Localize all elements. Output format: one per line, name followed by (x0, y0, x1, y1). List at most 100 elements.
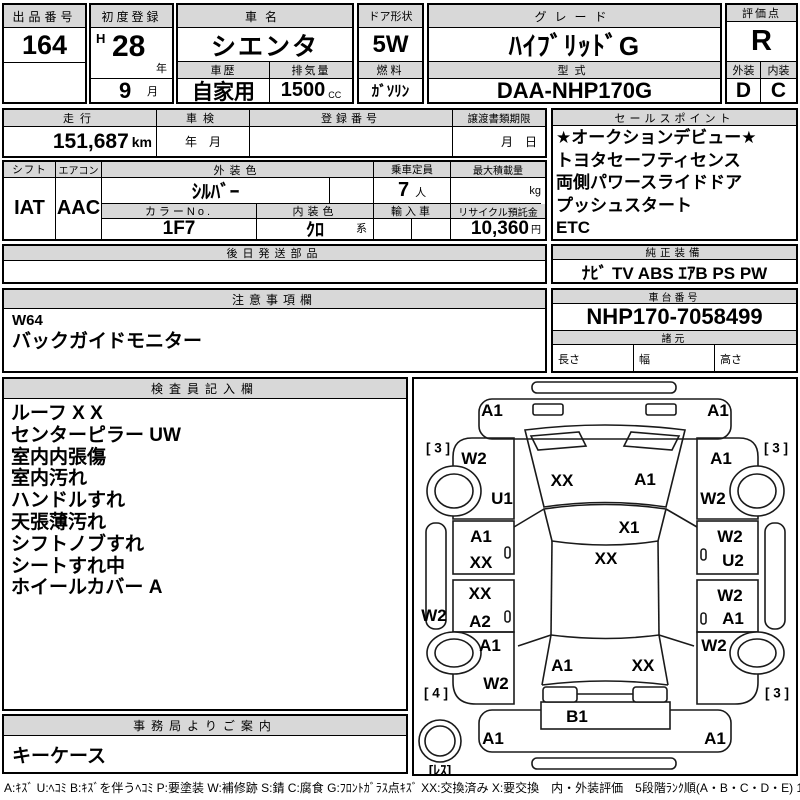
fuel-header: 燃料 (359, 62, 422, 79)
car-name-header: 車名 (178, 5, 352, 28)
equipment-block: 純正装備 ﾅﾋﾞ TV ABS ｴｱB PS PW (551, 244, 798, 284)
capacity-number: 7 (397, 179, 410, 201)
damage-label-rear-door-right-2: A1 (722, 609, 744, 628)
exterior-color-header: 外装色 (102, 162, 374, 178)
interior-color-unit: 系 (356, 223, 367, 235)
exterior-score-cell: 外装 D (727, 62, 761, 102)
sales-points-list: ★オークションデビュー★ トヨタセーフティセンス 両側パワースライドドア プッシ… (556, 127, 796, 239)
max-load-value: kg (451, 178, 541, 204)
displacement-header: 排気量 (270, 62, 352, 79)
capacity-header: 乗車定員 (374, 162, 451, 178)
interior-color-header: 内装色 (257, 204, 374, 219)
displacement-cell: 排気量 1500 CC (270, 62, 352, 102)
chassis-block: 車台番号 NHP170-7058499 諸元 長さ 幅 高さ (551, 288, 798, 373)
score-value: R (727, 22, 796, 62)
later-parts-value (4, 261, 545, 282)
color-and-capacity-area: 外装色 乗車定員 最大積載量 ｼﾙﾊﾞｰ 7 人 kg カラーNo. 内装色 輸… (102, 162, 545, 239)
mileage-row-block: 走行 151,687 km 車検 年 月 登録番号 譲渡書類期限 月 日 (2, 108, 547, 158)
grade-header: グレード (429, 5, 720, 28)
damage-label-rear-door-right-1: W2 (717, 586, 743, 605)
spec-width-label: 幅 (639, 354, 650, 366)
damage-label-front-door-right-1: W2 (717, 527, 743, 546)
import-header: 輸入車 (374, 204, 451, 219)
damage-label-front-fender-left-2: U1 (491, 489, 513, 508)
notes-line: W64 (12, 312, 43, 329)
office-block: 事務局よりご案内 キーケース (2, 714, 408, 774)
damage-label-front-door-right-2: U2 (722, 551, 744, 570)
damage-label-rocker-left: W2 (421, 606, 447, 625)
interior-score-value: C (770, 79, 787, 102)
damage-label-tailgate-2: XX (631, 656, 655, 675)
exterior-score-value: D (735, 79, 752, 102)
registration-number-cell: 登録番号 (250, 110, 453, 156)
damage-label-tire-rear-right: [ 3 ] (764, 685, 790, 701)
inspector-line: ハンドルすれ (11, 490, 126, 512)
details-block: シフト IAT エアコン AAC 外装色 乗車定員 最大積載量 ｼﾙﾊﾞｰ 7 … (2, 160, 547, 241)
inspector-line: 室内内張傷 (11, 446, 107, 468)
damage-label-front-door-left-1: A1 (470, 527, 492, 546)
later-parts-header: 後日発送部品 (4, 246, 545, 261)
first-registration-month: 9 (119, 79, 132, 102)
exterior-color-empty-cell (330, 178, 374, 204)
door-shape-value: 5W (359, 28, 422, 62)
chassis-value: NHP170-7058499 (553, 304, 796, 331)
interior-color-cell: ｸﾛ 系 (257, 219, 374, 239)
sales-point-item: ★オークションデビュー★ (556, 128, 757, 147)
inspector-list: ルーフ X X センターピラー UW 室内内張傷 室内汚れ ハンドルすれ 天張薄… (11, 403, 406, 709)
notes-content: W64 バックガイドモニター (12, 311, 545, 371)
damage-labels-layer: A1 A1 [ 3 ] W2 U1 XX A1 A1 W2 [ 3 ] X1 A1 XX W2 U2 XX W2… (414, 379, 796, 774)
inspector-line: ホイールカバー A (11, 577, 163, 599)
spec-width-cell: 幅 (634, 345, 715, 371)
shift-cell: シフト IAT (4, 162, 56, 239)
damage-label-rear-bumper-left: A1 (482, 729, 504, 748)
notes-line: バックガイドモニター (12, 331, 203, 352)
sales-point-item: プッシュスタート (556, 195, 692, 215)
car-name-block: 車名 シエンタ 車歴 自家用 排気量 1500 CC (176, 3, 354, 104)
sales-points-block: セールスポイント ★オークションデビュー★ トヨタセーフティセンス 両側パワース… (551, 108, 798, 241)
import-value-cell-1 (374, 219, 412, 239)
equipment-header: 純正装備 (553, 246, 796, 260)
first-registration-year-cell: H 28 年 (91, 28, 172, 79)
max-load-header: 最大積載量 (451, 162, 545, 178)
history-cell: 車歴 自家用 (178, 62, 270, 102)
interior-score-cell: 内装 C (761, 62, 796, 102)
aircon-value: AAC (56, 197, 101, 219)
car-diagram-block: A1 A1 [ 3 ] W2 U1 XX A1 A1 W2 [ 3 ] X1 A1 XX W2 U2 XX W2… (412, 377, 798, 776)
notes-header: 注意事項欄 (4, 290, 545, 309)
import-value-cell-2 (412, 219, 451, 239)
damage-label-tailgate-1: A1 (551, 656, 573, 675)
first-registration-month-cell: 9 月 (91, 79, 172, 102)
exterior-score-header: 外装 (727, 62, 760, 79)
spec-length-label: 長さ (558, 354, 580, 366)
color-no-header: カラーNo. (102, 204, 257, 219)
auction-sheet: 出品番号 164 初度登録 H 28 年 9 月 車名 シエンタ 車歴 自家用 … (0, 0, 800, 800)
transfer-deadline-header: 譲渡書類期限 (453, 110, 545, 127)
door-shape-block: ドア形状 5W 燃料 ｶﾞｿﾘﾝ (357, 3, 424, 104)
score-header: 評価点 (727, 5, 796, 22)
damage-label-front-fender-left-1: W2 (461, 449, 487, 468)
damage-label-windshield: X1 (618, 518, 640, 537)
door-shape-header: ドア形状 (359, 5, 422, 28)
aircon-cell: エアコン AAC (56, 162, 102, 239)
lot-number-header: 出品番号 (4, 5, 85, 28)
damage-label-hood-2: A1 (634, 470, 656, 489)
shift-value: IAT (14, 197, 45, 219)
inspector-header: 検査員記入欄 (4, 379, 406, 399)
shift-header: シフト (4, 162, 55, 178)
later-parts-block: 後日発送部品 (2, 244, 547, 284)
model-code-value: DAA-NHP170G (496, 79, 653, 102)
era-letter: H (96, 31, 106, 46)
inspection-cell: 車検 年 月 (157, 110, 250, 156)
registration-number-value (250, 127, 452, 156)
sales-point-item: 両側パワースライドドア (556, 173, 743, 192)
damage-label-front-door-left-2: XX (469, 553, 493, 572)
capacity-value: 7 人 (374, 178, 451, 204)
year-unit: 年 (156, 63, 167, 75)
first-registration-header: 初度登録 (91, 5, 172, 28)
capacity-unit: 人 (415, 187, 427, 199)
displacement-number: 1500 (280, 79, 326, 101)
fuel-value: ｶﾞｿﾘﾝ (371, 83, 410, 100)
damage-label-hood-1: XX (550, 471, 574, 490)
displacement-value: 1500 CC (270, 79, 352, 102)
history-header: 車歴 (178, 62, 269, 79)
